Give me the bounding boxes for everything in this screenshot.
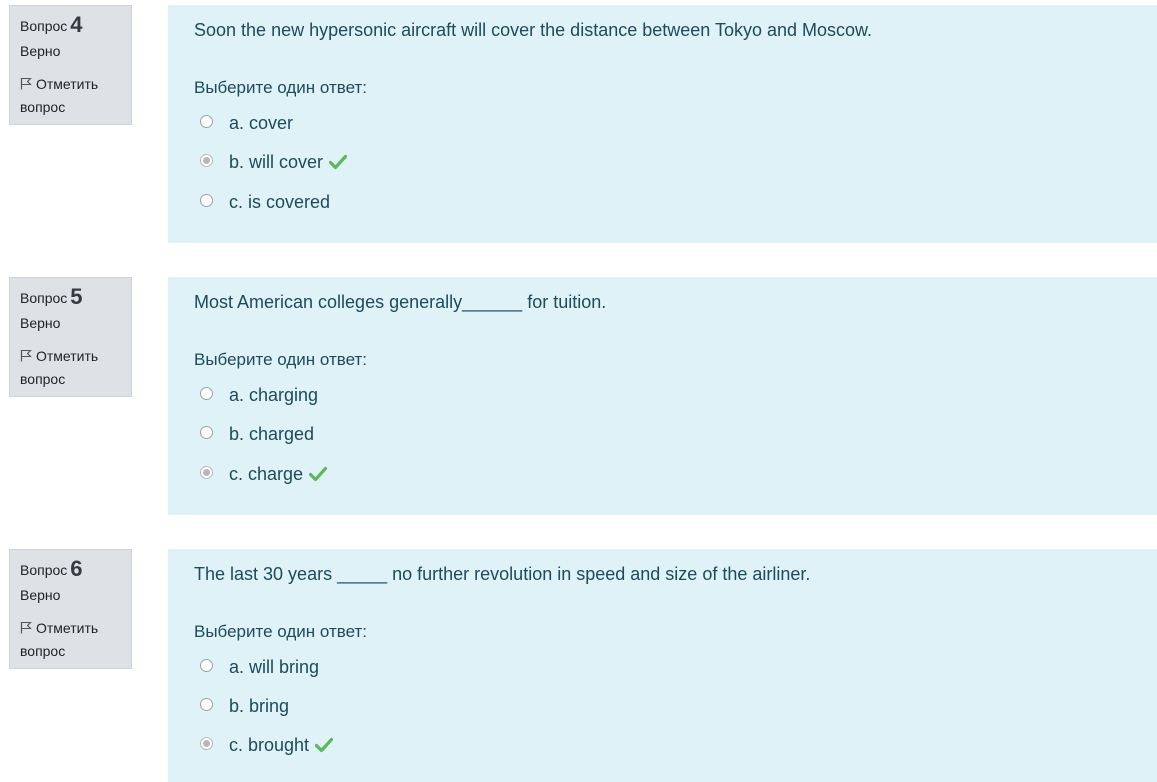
question-state: Верно [20, 587, 61, 603]
question-info: Вопрос 5 Верно Отметить вопрос [9, 277, 132, 397]
question-number: Вопрос 4 [20, 12, 83, 37]
answer-prompt: Выберите один ответ: [194, 78, 367, 97]
flag-icon [20, 349, 32, 362]
answer-option-c[interactable]: c. is covered [200, 190, 330, 214]
radio-button-selected[interactable] [200, 153, 213, 167]
radio-button[interactable] [200, 697, 213, 711]
answer-option-b[interactable]: b. will cover [200, 150, 348, 174]
check-icon [329, 154, 348, 170]
answer-option-c[interactable]: c. charge [200, 462, 328, 486]
radio-button[interactable] [200, 658, 213, 672]
check-icon [315, 737, 334, 753]
answer-option-b[interactable]: b. charged [200, 422, 314, 446]
answer-prompt: Выберите один ответ: [194, 350, 367, 369]
question-4: Вопрос 4 Верно Отметить вопрос Soon the ne… [0, 5, 1157, 243]
answer-option-a[interactable]: a. charging [200, 383, 318, 407]
radio-button[interactable] [200, 193, 213, 207]
flag-question-link[interactable]: Отметить вопрос [20, 345, 131, 391]
flag-question-link[interactable]: Отметить вопрос [20, 617, 131, 663]
question-5: Вопрос 5 Верно Отметить вопрос Most Americ… [0, 277, 1157, 515]
answer-option-c[interactable]: c. brought [200, 733, 334, 757]
radio-button-selected[interactable] [200, 465, 213, 479]
radio-button[interactable] [200, 425, 213, 439]
question-6: Вопрос 6 Верно Отметить вопрос The last 30… [0, 549, 1157, 782]
question-state: Верно [20, 315, 61, 331]
question-text: Most American colleges generally______ f… [194, 292, 607, 312]
flag-question-link[interactable]: Отметить вопрос [20, 73, 131, 119]
radio-button[interactable] [200, 114, 213, 128]
question-content: Soon the new hypersonic aircraft will co… [168, 5, 1157, 243]
question-info: Вопрос 4 Верно Отметить вопрос [9, 5, 132, 125]
question-number: Вопрос 6 [20, 556, 83, 581]
radio-button[interactable] [200, 386, 213, 400]
question-text: Soon the new hypersonic aircraft will co… [194, 20, 873, 40]
flag-icon [20, 77, 32, 90]
flag-icon [20, 621, 32, 634]
answer-option-a[interactable]: a. cover [200, 111, 293, 135]
question-content: Most American colleges generally______ f… [168, 277, 1157, 515]
question-content: The last 30 years _____ no further revol… [168, 549, 1157, 782]
question-info: Вопрос 6 Верно Отметить вопрос [9, 549, 132, 669]
radio-button-selected[interactable] [200, 736, 213, 750]
question-number: Вопрос 5 [20, 284, 83, 309]
question-state: Верно [20, 43, 61, 59]
question-text: The last 30 years _____ no further revol… [194, 564, 811, 584]
answer-option-a[interactable]: a. will bring [200, 655, 319, 679]
answer-option-b[interactable]: b. bring [200, 694, 289, 718]
answer-prompt: Выберите один ответ: [194, 622, 367, 641]
check-icon [309, 466, 328, 482]
